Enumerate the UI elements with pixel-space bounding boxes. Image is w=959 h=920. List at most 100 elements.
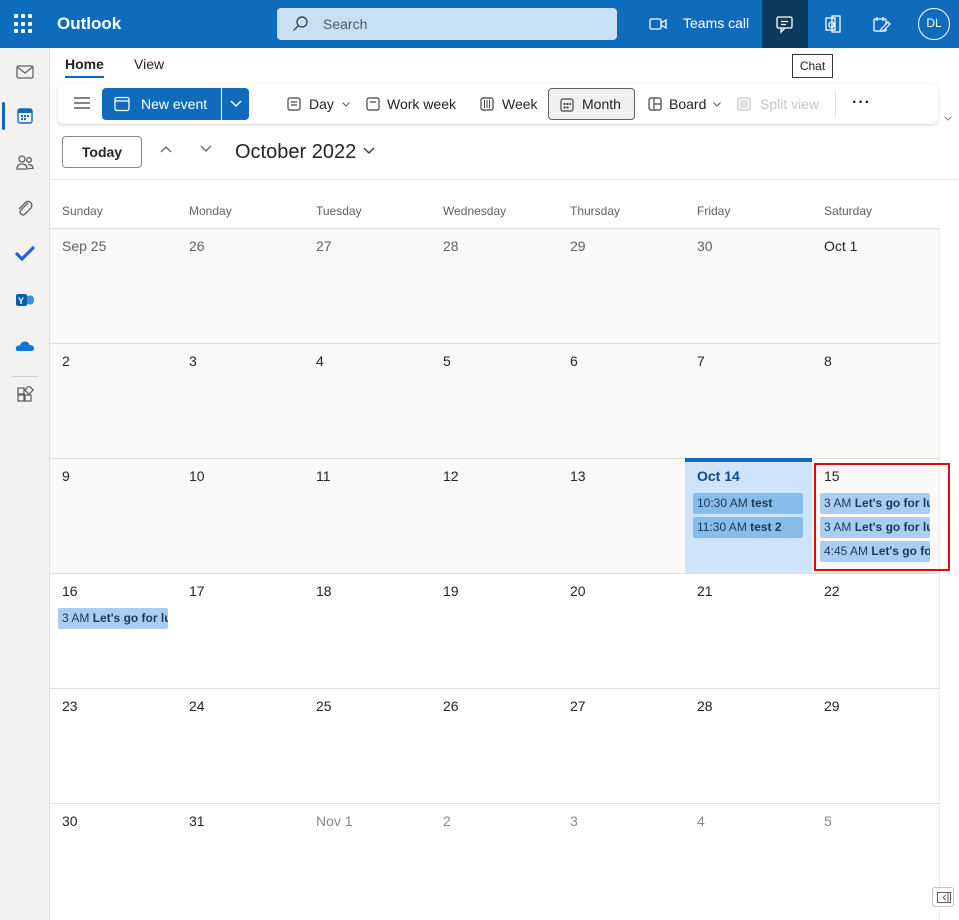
day-cell[interactable]: 10	[177, 458, 304, 573]
onedrive-icon[interactable]	[15, 336, 35, 356]
chat-button[interactable]	[762, 0, 808, 48]
day-cell[interactable]: Nov 1	[304, 803, 431, 918]
day-cell[interactable]: 5	[812, 803, 939, 918]
day-number: 21	[697, 583, 713, 599]
day-cell-today[interactable]: Oct 14 10:30 AM test 11:30 AM test 2	[685, 458, 812, 573]
day-number: 26	[443, 698, 459, 714]
day-cell[interactable]: 29	[558, 228, 685, 343]
day-cell[interactable]: 27	[304, 228, 431, 343]
board-view-button[interactable]: Board	[648, 88, 726, 120]
work-week-view-button[interactable]: Work week	[366, 88, 466, 120]
tab-view[interactable]: View	[134, 56, 164, 72]
day-cell[interactable]: 13	[558, 458, 685, 573]
people-icon[interactable]	[15, 152, 35, 172]
day-number: 29	[824, 698, 840, 714]
day-cell[interactable]: 8	[812, 343, 939, 458]
event-time: 11:30 AM	[697, 520, 747, 534]
more-options-button[interactable]: ···	[852, 94, 871, 112]
new-event-button[interactable]: New event	[102, 88, 221, 120]
office-apps-button[interactable]: O	[810, 0, 856, 48]
day-cell[interactable]: 4	[304, 343, 431, 458]
calendar-event[interactable]: 4:45 AM Let's go fo	[820, 541, 930, 562]
today-button[interactable]: Today	[62, 136, 142, 168]
calendar-event[interactable]: 3 AM Let's go for lu	[820, 517, 930, 538]
day-view-button[interactable]: Day	[287, 88, 353, 120]
toolbar-expand-chevron-icon[interactable]	[944, 116, 952, 121]
day-cell[interactable]: 24	[177, 688, 304, 803]
app-name[interactable]: Outlook	[57, 14, 121, 34]
day-cell[interactable]: 21	[685, 573, 812, 688]
day-cell[interactable]: 6	[558, 343, 685, 458]
board-view-icon	[648, 97, 662, 111]
day-number: 27	[316, 238, 332, 254]
notes-button[interactable]	[858, 0, 904, 48]
day-cell[interactable]: 15 3 AM Let's go for lu 3 AM Let's go fo…	[812, 458, 939, 573]
chevron-down-icon[interactable]	[363, 147, 375, 155]
avatar[interactable]: DL	[918, 8, 950, 40]
mail-icon[interactable]	[15, 62, 35, 82]
svg-text:Y: Y	[18, 296, 24, 306]
yammer-icon[interactable]: Y	[15, 290, 35, 310]
new-event-dropdown[interactable]	[222, 88, 249, 120]
day-cell[interactable]: 30	[685, 228, 812, 343]
todo-icon[interactable]	[15, 244, 35, 264]
day-cell[interactable]: 29	[812, 688, 939, 803]
day-cell[interactable]: 18	[304, 573, 431, 688]
day-cell[interactable]: 27	[558, 688, 685, 803]
day-cell[interactable]: 9	[50, 458, 177, 573]
day-cell[interactable]: 26	[431, 688, 558, 803]
day-cell[interactable]: 5	[431, 343, 558, 458]
search-box[interactable]: Search	[277, 8, 617, 40]
app-launcher-icon[interactable]	[14, 14, 34, 34]
day-cell[interactable]: 11	[304, 458, 431, 573]
day-cell[interactable]: 30	[50, 803, 177, 918]
tab-home[interactable]: Home	[65, 56, 104, 72]
weekday-header: Tuesday	[316, 204, 362, 218]
chat-tooltip: Chat	[792, 54, 833, 78]
month-view-button[interactable]: Month	[548, 88, 635, 120]
day-cell[interactable]: 19	[431, 573, 558, 688]
day-cell[interactable]: 22	[812, 573, 939, 688]
day-cell[interactable]: Sep 25	[50, 228, 177, 343]
day-cell[interactable]: 23	[50, 688, 177, 803]
day-cell[interactable]: 17	[177, 573, 304, 688]
week-view-button[interactable]: Week	[480, 88, 544, 120]
attachment-icon[interactable]	[15, 198, 35, 218]
expand-pane-button[interactable]	[932, 887, 954, 907]
vertical-scrollbar[interactable]	[939, 228, 959, 920]
day-cell[interactable]: 7	[685, 343, 812, 458]
day-cell[interactable]: 3	[177, 343, 304, 458]
next-month-icon[interactable]	[200, 145, 212, 153]
day-cell[interactable]: 2	[50, 343, 177, 458]
hamburger-menu-icon[interactable]	[74, 97, 90, 109]
calendar-event[interactable]: 11:30 AM test 2	[693, 517, 803, 538]
teams-call-button[interactable]: Teams call	[648, 0, 758, 48]
day-cell[interactable]: 31	[177, 803, 304, 918]
month-grid: Sunday Monday Tuesday Wednesday Thursday…	[50, 180, 959, 920]
calendar-event[interactable]: 10:30 AM test	[693, 493, 803, 514]
apps-icon[interactable]	[15, 386, 35, 406]
split-view-button[interactable]: Split view	[737, 88, 827, 120]
day-cell[interactable]: 16 3 AM Let's go for lu	[50, 573, 177, 688]
chevron-down-icon	[713, 102, 721, 107]
day-cell[interactable]: 12	[431, 458, 558, 573]
day-number: 22	[824, 583, 840, 599]
day-cell[interactable]: 28	[685, 688, 812, 803]
month-view-label: Month	[582, 96, 621, 112]
calendar-event[interactable]: 3 AM Let's go for lu	[820, 493, 930, 514]
split-view-icon	[737, 97, 751, 111]
day-cell[interactable]: 26	[177, 228, 304, 343]
day-cell[interactable]: 20	[558, 573, 685, 688]
day-cell[interactable]: Oct 1	[812, 228, 939, 343]
office-icon: O	[825, 15, 841, 33]
new-event-label: New event	[141, 96, 208, 112]
day-cell[interactable]: 28	[431, 228, 558, 343]
month-title[interactable]: October 2022	[235, 141, 356, 164]
day-cell[interactable]: 4	[685, 803, 812, 918]
day-cell[interactable]: 2	[431, 803, 558, 918]
previous-month-icon[interactable]	[160, 145, 172, 153]
calendar-event[interactable]: 3 AM Let's go for lu	[58, 608, 168, 629]
calendar-icon[interactable]	[15, 106, 35, 126]
day-cell[interactable]: 25	[304, 688, 431, 803]
day-cell[interactable]: 3	[558, 803, 685, 918]
